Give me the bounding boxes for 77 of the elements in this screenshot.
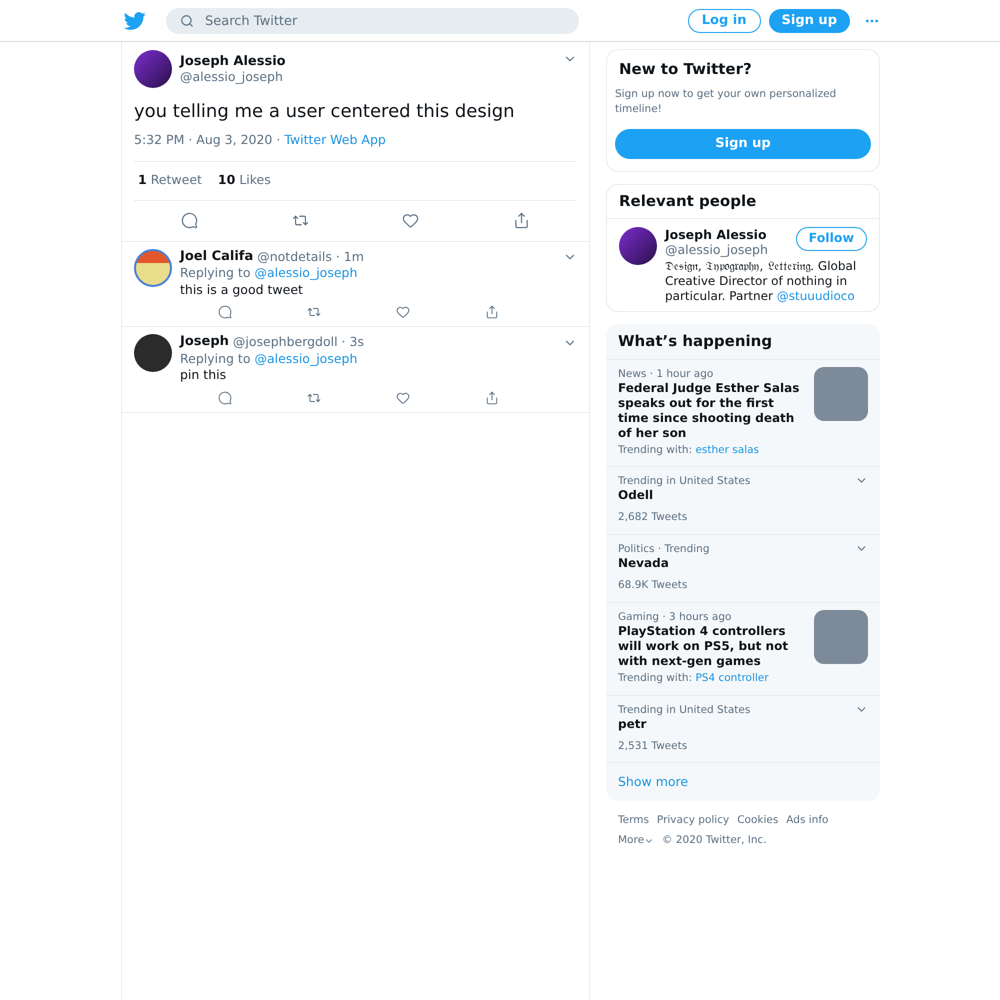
author-name[interactable]: Joseph <box>180 334 229 351</box>
trend-meta: Politics · Trending <box>618 542 710 556</box>
reply-tweet[interactable]: Joseph @josephbergdoll · 3s Replying to @alessio_joseph pin this <box>122 326 589 412</box>
card-description: Sign up now to get your own personalized timeline! <box>615 86 838 116</box>
author-handle[interactable]: @alessio_joseph <box>180 69 286 84</box>
author-handle: @notdetails · 1m <box>257 248 364 266</box>
share-icon[interactable] <box>485 305 500 320</box>
reply-tweet[interactable]: Joel Califa @notdetails · 1m Replying to @alessio_joseph this is a good tweet <box>122 240 589 326</box>
sign-up-button[interactable]: Sign up <box>768 8 850 32</box>
card-title: New to Twitter? <box>618 59 753 80</box>
reply-icon[interactable] <box>180 212 198 230</box>
avatar[interactable] <box>134 50 172 88</box>
card-title: Relevant people <box>607 184 879 218</box>
more-link[interactable]: More <box>618 833 654 849</box>
stat-count[interactable]: 10 Likes <box>218 171 271 190</box>
mention-link[interactable]: @stuuudioco <box>776 288 855 302</box>
mention-link[interactable]: @alessio_joseph <box>254 265 358 282</box>
tweet-text: you telling me a user centered this design <box>134 100 516 124</box>
author-name[interactable]: Joseph Alessio <box>180 54 286 69</box>
like-icon[interactable] <box>396 390 410 405</box>
follow-button[interactable]: Follow <box>796 226 867 250</box>
avatar[interactable] <box>619 226 657 264</box>
share-icon[interactable] <box>485 390 500 405</box>
log-in-button[interactable]: Log in <box>688 8 761 32</box>
sign-up-button[interactable]: Sign up <box>615 128 871 158</box>
trend-link[interactable]: PS4 controller <box>695 670 769 686</box>
footer-link[interactable]: Ads info <box>786 813 828 829</box>
replying-to-label: Replying to <box>180 265 250 282</box>
trending-with-label: Trending with: <box>618 442 694 458</box>
trend-item[interactable]: Gaming · 3 hours ago PlayStation 4 controllers will work on PS5, but not with next-gen games Trending with: PS4 controller <box>606 602 880 696</box>
trend-title: Odell <box>618 488 654 504</box>
trending-with-label: Trending with: <box>618 670 694 686</box>
footer-link[interactable]: Cookies <box>737 813 778 829</box>
person-bio: 𝔇𝔢𝔰𝔦𝔤𝔫, 𝔗𝔶𝔭𝔬𝔤𝔯𝔞𝔭𝔥𝔶, 𝔏𝔢𝔱𝔱𝔢𝔯𝔦𝔫𝔤. Global Creative Director of nothing in particular. Partner @stuuudioco <box>665 258 858 304</box>
source-link[interactable]: Twitter Web App <box>284 131 386 150</box>
trend-meta: News · 1 hour ago <box>618 366 714 380</box>
trend-meta: Trending in United States <box>618 474 752 488</box>
mention-link[interactable]: @alessio_joseph <box>254 350 358 368</box>
tweet-count: 68.9K Tweets <box>618 578 688 593</box>
person-handle: @alessio_joseph <box>665 242 768 256</box>
author-name[interactable]: Joel Califa <box>180 248 254 266</box>
trend-title: Federal Judge Esther Salas speaks out for the first time since shooting death of her son <box>618 380 800 440</box>
trend-title: PlayStation 4 controllers will work on PS5, but not with next-gen games <box>618 624 790 669</box>
tweet-count: 2,531 Tweets <box>618 738 688 754</box>
stat-count[interactable]: 1 Retweet <box>138 171 202 190</box>
tweet-timestamp: 5:32 PM · Aug 3, 2020 · <box>134 131 282 149</box>
trend-item[interactable]: Politics · Trending Nevada 68.9K Tweets <box>606 535 880 603</box>
share-icon[interactable] <box>513 212 530 230</box>
person-name[interactable]: Joseph Alessio <box>665 226 768 242</box>
trend-item[interactable]: Trending in United States petr 2,531 Tweets <box>606 696 880 764</box>
copyright-text: © 2020 Twitter, Inc. <box>662 833 767 848</box>
reply-icon[interactable] <box>218 390 232 405</box>
trend-link[interactable]: esther salas <box>695 442 760 458</box>
replying-to-label: Replying to <box>180 350 250 368</box>
like-icon[interactable] <box>396 305 410 320</box>
trend-meta: Gaming · 3 hours ago <box>618 610 732 624</box>
like-icon[interactable] <box>402 212 420 230</box>
bird-logo-icon[interactable] <box>124 10 146 32</box>
card-title: What’s happening <box>606 324 880 360</box>
author-handle: @josephbergdoll · 3s <box>232 334 364 351</box>
tweet-count: 2,682 Tweets <box>618 510 688 526</box>
photo-placeholder <box>814 610 868 664</box>
avatar[interactable] <box>134 334 172 372</box>
trend-item[interactable]: Trending in United States Odell 2,682 Tweets <box>606 467 880 535</box>
photo-placeholder <box>814 366 868 420</box>
show-more-link[interactable]: Show more <box>618 772 688 792</box>
trend-title: Nevada <box>618 556 670 571</box>
trend-meta: Trending in United States <box>618 702 752 716</box>
reply-text: this is a good tweet <box>180 282 304 298</box>
footer-link[interactable]: Terms <box>618 813 649 829</box>
search-field[interactable]: Search Twitter <box>166 8 579 34</box>
trend-item[interactable]: News · 1 hour ago Federal Judge Esther Salas speaks out for the first time since shooting death of her son Trending with: esther salas <box>606 360 880 468</box>
footer-link[interactable]: Privacy policy <box>656 813 730 829</box>
reply-icon[interactable] <box>218 305 232 320</box>
reply-text: pin this <box>180 367 228 384</box>
search-icon <box>180 14 194 28</box>
trend-title: petr <box>618 716 648 732</box>
